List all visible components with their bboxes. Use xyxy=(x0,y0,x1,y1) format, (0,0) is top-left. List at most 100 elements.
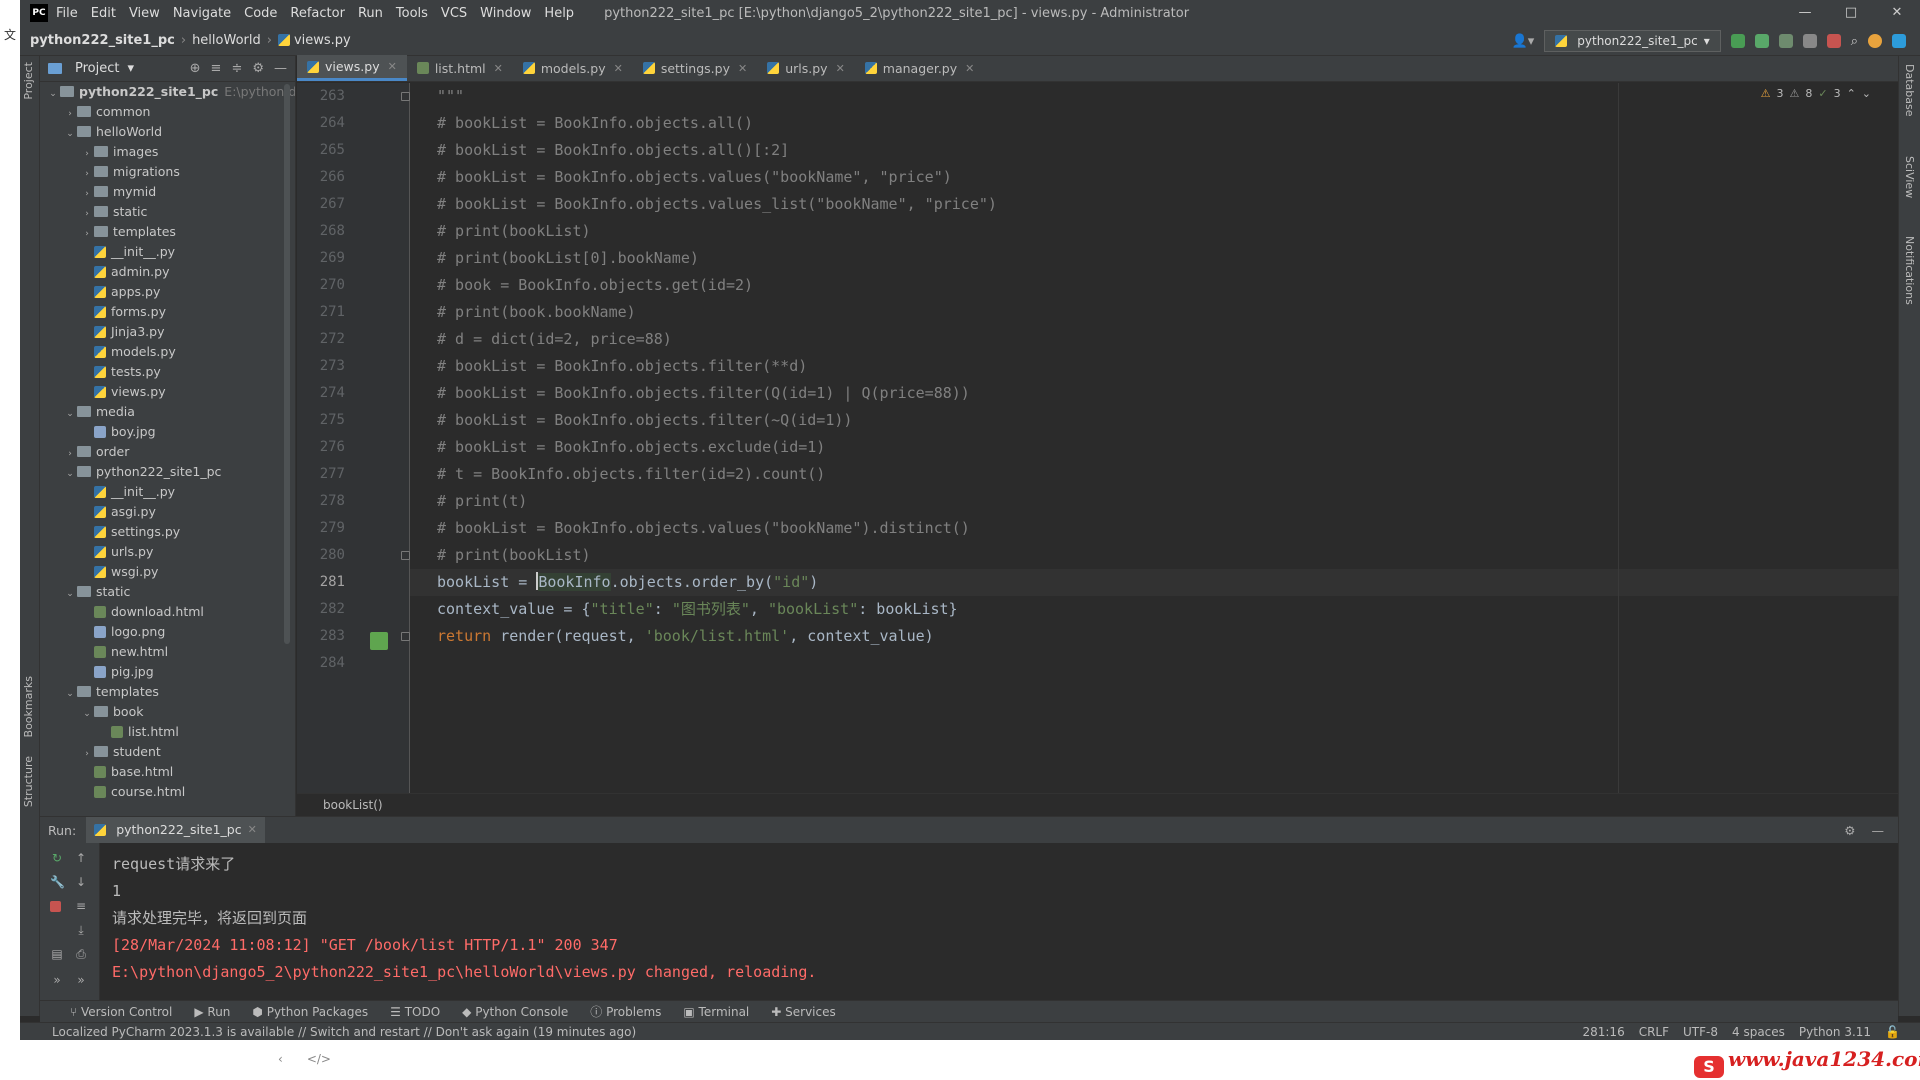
wrench-icon[interactable]: 🔧 xyxy=(50,875,65,889)
chevron-up-icon[interactable]: ⌃ xyxy=(1847,87,1856,100)
locate-icon[interactable]: ⊕ xyxy=(190,61,201,76)
toolwindow-python-packages[interactable]: ⬢ Python Packages xyxy=(252,1005,368,1019)
fold-marker-icon[interactable] xyxy=(401,92,410,101)
code-line[interactable]: # print(book.bookName) xyxy=(437,299,636,326)
chevron-down-icon[interactable]: ⌄ xyxy=(63,404,77,424)
line-number[interactable]: 263 xyxy=(297,83,345,110)
hide-icon[interactable]: — xyxy=(1872,823,1885,838)
code-line[interactable]: return render(request, 'book/list.html',… xyxy=(437,623,934,650)
rerun-icon[interactable]: ↻ xyxy=(50,851,64,865)
line-number[interactable]: 280 xyxy=(297,542,345,569)
chevron-down-icon[interactable]: ⌄ xyxy=(63,684,77,704)
line-number[interactable]: 271 xyxy=(297,299,345,326)
tab-manager-py[interactable]: manager.py ✕ xyxy=(855,55,985,81)
stop-icon[interactable] xyxy=(50,901,61,912)
tab-views-py[interactable]: views.py ✕ xyxy=(297,55,407,81)
tree-item[interactable]: › images xyxy=(40,142,295,162)
chevron-right-icon[interactable]: › xyxy=(80,744,94,764)
arrow-up-icon[interactable]: ↑ xyxy=(74,851,88,865)
nav-crumb-module[interactable]: helloWorld xyxy=(192,33,261,48)
chevron-down-icon[interactable]: ⌄ xyxy=(1862,87,1871,100)
coverage-icon[interactable] xyxy=(1778,34,1793,48)
toolwindow-problems[interactable]: ⓘ Problems xyxy=(590,1003,661,1020)
code-line[interactable]: context_value = {"title": "图书列表", "bookL… xyxy=(437,596,958,623)
status-message[interactable]: Localized PyCharm 2023.1.3 is available … xyxy=(52,1025,636,1039)
code-line[interactable]: # print(bookList[0].bookName) xyxy=(437,245,699,272)
menu-help[interactable]: Help xyxy=(544,6,574,21)
toolwindow-services[interactable]: ✚ Services xyxy=(771,1005,835,1019)
chevron-down-icon[interactable]: ⌄ xyxy=(46,84,60,104)
line-separator[interactable]: CRLF xyxy=(1639,1025,1669,1039)
line-number[interactable]: 264 xyxy=(297,110,345,137)
code-line[interactable]: # bookList = BookInfo.objects.filter(**d… xyxy=(437,353,807,380)
line-number[interactable]: 282 xyxy=(297,596,345,623)
code-line[interactable]: # print(bookList) xyxy=(437,218,591,245)
toolwindow-todo[interactable]: ☰ TODO xyxy=(390,1005,440,1019)
tree-item[interactable]: wsgi.py xyxy=(40,562,295,582)
maximize-button[interactable]: □ xyxy=(1828,0,1874,26)
tree-item[interactable]: new.html xyxy=(40,642,295,662)
line-number[interactable]: 284 xyxy=(297,650,345,677)
tree-item[interactable]: ⌄ python222_site1_pc xyxy=(40,462,295,482)
close-icon[interactable]: ✕ xyxy=(388,60,397,73)
line-number-gutter[interactable]: 263 264 265 266 267 268 269 270 271 272 273 274 275 2… xyxy=(297,83,410,793)
tree-item[interactable]: models.py xyxy=(40,342,295,362)
tree-item[interactable]: __init__.py xyxy=(40,242,295,262)
soft-wrap-icon[interactable]: ≡ xyxy=(74,899,88,913)
caret-position[interactable]: 281:16 xyxy=(1582,1025,1624,1039)
fold-marker-icon[interactable] xyxy=(401,551,410,560)
close-icon[interactable]: ✕ xyxy=(965,62,974,75)
code-line[interactable]: # t = BookInfo.objects.filter(id=2).coun… xyxy=(437,461,825,488)
tree-item[interactable]: ⌄python222_site1_pcE:\python\dja xyxy=(40,82,295,102)
line-number[interactable]: 270 xyxy=(297,272,345,299)
profile-icon[interactable] xyxy=(1802,34,1817,48)
menu-file[interactable]: File xyxy=(56,6,78,21)
code-line[interactable]: # bookList = BookInfo.objects.all() xyxy=(437,110,753,137)
jetbrains-icon[interactable] xyxy=(1892,34,1906,48)
hide-icon[interactable]: — xyxy=(274,61,287,76)
tree-item[interactable]: list.html xyxy=(40,722,295,742)
tree-item[interactable]: tests.py xyxy=(40,362,295,382)
line-number[interactable]: 266 xyxy=(297,164,345,191)
tree-item[interactable]: apps.py xyxy=(40,282,295,302)
menu-window[interactable]: Window xyxy=(480,6,531,21)
code-line[interactable]: # book = BookInfo.objects.get(id=2) xyxy=(437,272,753,299)
tree-item[interactable]: __init__.py xyxy=(40,482,295,502)
tree-item[interactable]: urls.py xyxy=(40,542,295,562)
collapse-all-icon[interactable]: ≑ xyxy=(231,61,242,76)
tab-urls-py[interactable]: urls.py ✕ xyxy=(757,55,855,81)
tree-item[interactable]: ⌄ templates xyxy=(40,682,295,702)
chevron-right-icon[interactable]: › xyxy=(63,444,77,464)
menu-edit[interactable]: Edit xyxy=(91,6,116,21)
tree-item[interactable]: › migrations xyxy=(40,162,295,182)
line-number[interactable]: 277 xyxy=(297,461,345,488)
stop-icon[interactable] xyxy=(1826,34,1841,48)
scroll-to-end-icon[interactable]: ⤓ xyxy=(74,923,88,937)
line-number[interactable]: 279 xyxy=(297,515,345,542)
more-icon[interactable]: » xyxy=(50,973,64,987)
tab-models-py[interactable]: models.py ✕ xyxy=(513,55,633,81)
tree-item[interactable]: download.html xyxy=(40,602,295,622)
menu-view[interactable]: View xyxy=(129,6,160,21)
expand-all-icon[interactable]: ≡ xyxy=(211,61,222,76)
chevron-down-icon[interactable]: ⌄ xyxy=(63,584,77,604)
tree-item[interactable]: › common xyxy=(40,102,295,122)
code-line[interactable]: # bookList = BookInfo.objects.all()[:2] xyxy=(437,137,789,164)
tree-item[interactable]: boy.jpg xyxy=(40,422,295,442)
tree-item[interactable]: › student xyxy=(40,742,295,762)
chevron-right-icon[interactable]: › xyxy=(63,104,77,124)
close-icon[interactable]: ✕ xyxy=(614,62,623,75)
menu-code[interactable]: Code xyxy=(244,6,277,21)
close-icon[interactable]: ✕ xyxy=(494,62,503,75)
menu-run[interactable]: Run xyxy=(358,6,383,21)
line-number[interactable]: 274 xyxy=(297,380,345,407)
tree-item[interactable]: views.py xyxy=(40,382,295,402)
code-line[interactable]: # bookList = BookInfo.objects.filter(~Q(… xyxy=(437,407,852,434)
user-icon[interactable]: 👤▾ xyxy=(1512,34,1535,49)
code-view-icon[interactable]: </> xyxy=(307,1052,331,1066)
notifications-tool-button[interactable]: Notifications xyxy=(1903,236,1916,305)
tree-item[interactable]: base.html xyxy=(40,762,295,782)
code-line[interactable]: # bookList = BookInfo.objects.filter(Q(i… xyxy=(437,380,970,407)
tree-item[interactable]: admin.py xyxy=(40,262,295,282)
line-number[interactable]: 281 xyxy=(297,569,345,596)
